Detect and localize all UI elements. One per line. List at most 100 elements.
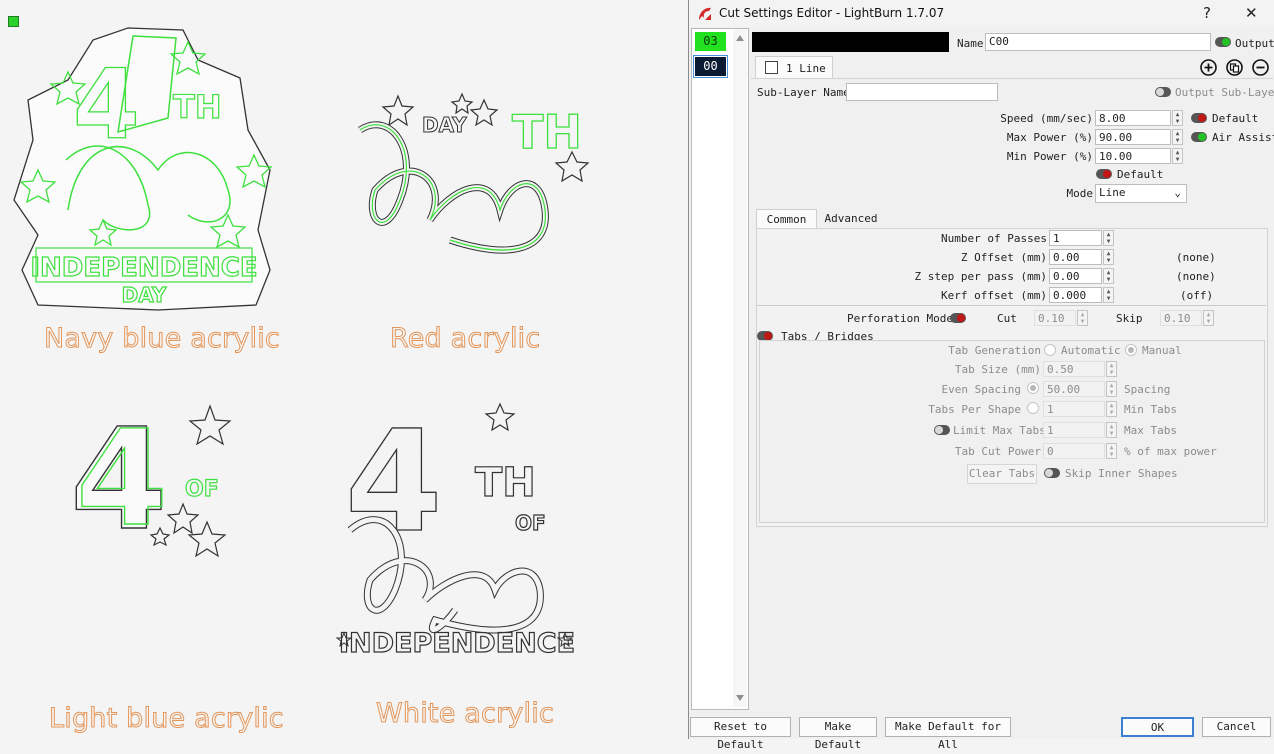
mode-select[interactable]: Line ⌄ <box>1095 184 1187 203</box>
max-power-input[interactable]: 90.00 <box>1095 129 1171 145</box>
even-spacing-label: Even Spacing <box>941 383 1021 396</box>
design-red[interactable]: DAY TH <box>350 90 590 265</box>
passes-input[interactable]: 1 <box>1049 230 1102 246</box>
even-spacing-input[interactable]: 50.00 <box>1043 381 1105 397</box>
skip-spinner[interactable]: ▲ ▼ <box>1203 310 1214 326</box>
cancel-button[interactable]: Cancel <box>1202 717 1271 737</box>
tab-cut-power-input[interactable]: 0 <box>1043 443 1105 459</box>
skip-inner-shapes-toggle[interactable] <box>1044 468 1060 478</box>
tabs-per-shape-radio[interactable] <box>1027 402 1039 414</box>
limit-max-tabs-spinner[interactable]: ▲ ▼ <box>1106 422 1117 438</box>
skip-input[interactable]: 0.10 <box>1160 310 1202 326</box>
copy-sublayer-icon[interactable] <box>1226 59 1243 76</box>
tab-common[interactable]: Common <box>756 209 817 229</box>
limit-max-tabs-toggle[interactable] <box>934 425 950 435</box>
even-spacing-radio[interactable] <box>1027 382 1039 394</box>
default-label-1: Default <box>1212 112 1259 125</box>
kerf-input[interactable]: 0.000 <box>1049 287 1102 303</box>
max-power-label: Max Power (%) <box>1006 131 1093 144</box>
skip-label: Skip <box>1116 312 1143 325</box>
sublayer-tab[interactable]: 1 Line <box>755 56 833 79</box>
limit-max-tabs-input[interactable]: 1 <box>1043 422 1105 438</box>
layer-color-swatch[interactable] <box>752 32 949 52</box>
sublayer-name-label: Sub-Layer Name <box>757 86 850 99</box>
z-step-spinner[interactable]: ▲ ▼ <box>1103 268 1114 284</box>
even-spacing-spinner[interactable]: ▲ ▼ <box>1106 381 1117 397</box>
z-offset-label: Z Offset (mm) <box>960 251 1047 264</box>
tabs-per-shape-spinner[interactable]: ▲ ▼ <box>1106 401 1117 417</box>
ok-button[interactable]: OK <box>1121 717 1194 737</box>
scroll-up-arrow-icon[interactable] <box>736 35 744 41</box>
close-button[interactable]: ✕ <box>1245 4 1258 22</box>
kerf-spinner[interactable]: ▲ ▼ <box>1103 287 1114 303</box>
passes-spinner[interactable]: ▲ ▼ <box>1103 230 1114 246</box>
design-white[interactable]: 4 TH OF INDEPENDENCE <box>335 400 580 660</box>
layer-list[interactable]: 03 00 <box>691 28 749 710</box>
make-default-for-all-button[interactable]: Make Default for All <box>885 717 1011 751</box>
min-tabs-label: Min Tabs <box>1124 403 1177 416</box>
sublayer-name-input[interactable] <box>846 83 998 101</box>
manual-radio[interactable] <box>1125 344 1137 356</box>
output-sublayer-label: Output Sub-Layer <box>1175 86 1274 99</box>
min-power-input[interactable]: 10.00 <box>1095 148 1171 164</box>
design-th: TH <box>512 105 582 159</box>
remove-sublayer-icon[interactable] <box>1252 59 1269 76</box>
mode-label: Mode <box>1066 187 1094 200</box>
default-toggle-1[interactable] <box>1191 113 1207 123</box>
mode-value: Line <box>1099 186 1126 199</box>
design-numeral: 4 <box>345 401 442 564</box>
cut-spinner[interactable]: ▲ ▼ <box>1077 310 1088 326</box>
dialog-title: Cut Settings Editor - LightBurn 1.7.07 <box>719 6 945 20</box>
clear-tabs-button[interactable]: Clear Tabs <box>967 464 1037 484</box>
design-independence: INDEPENDENCE <box>339 628 575 659</box>
add-sublayer-icon[interactable] <box>1200 59 1217 76</box>
design-light-blue[interactable]: 4 4 OF <box>65 400 245 560</box>
caption-light-blue: Light blue acrylic <box>49 703 285 735</box>
tab-strip-line <box>751 78 1273 79</box>
design-canvas[interactable]: 4 TH INDEPENDENCE DAY Navy blue acrylic … <box>0 0 688 739</box>
z-offset-input[interactable]: 0.00 <box>1049 249 1102 265</box>
tab-size-input[interactable]: 0.50 <box>1043 361 1105 377</box>
design-navy-blue[interactable]: 4 TH INDEPENDENCE DAY <box>8 20 278 315</box>
divider <box>756 305 1266 306</box>
caption-navy-blue: Navy blue acrylic <box>44 323 281 355</box>
output-toggle[interactable] <box>1215 37 1231 47</box>
tab-generation-label: Tab Generation <box>948 344 1041 357</box>
tab-advanced[interactable]: Advanced <box>817 210 885 228</box>
tabs-per-shape-label: Tabs Per Shape <box>928 403 1021 416</box>
layer-list-scrollbar[interactable] <box>733 29 747 707</box>
name-label: Name <box>957 37 984 50</box>
tabs-per-shape-input[interactable]: 1 <box>1043 401 1105 417</box>
make-default-button[interactable]: Make Default <box>799 717 877 751</box>
scroll-down-arrow-icon[interactable] <box>736 695 744 701</box>
caption-red: Red acrylic <box>389 323 541 355</box>
layer-chip-00[interactable]: 00 <box>693 55 728 78</box>
sublayer-checkbox[interactable] <box>765 61 778 74</box>
output-sublayer-toggle[interactable] <box>1155 87 1171 97</box>
min-power-spinner[interactable]: ▲ ▼ <box>1172 148 1183 164</box>
help-button[interactable]: ? <box>1203 4 1211 22</box>
z-step-note: (none) <box>1176 270 1216 283</box>
title-bar[interactable]: Cut Settings Editor - LightBurn 1.7.07 ?… <box>689 0 1274 27</box>
tab-size-spinner[interactable]: ▲ ▼ <box>1106 361 1117 377</box>
design-numeral: 4 <box>73 49 140 161</box>
max-power-spinner[interactable]: ▲ ▼ <box>1172 129 1183 145</box>
tab-cut-power-spinner[interactable]: ▲ ▼ <box>1106 443 1117 459</box>
tab-advanced-label: Advanced <box>824 212 878 225</box>
reset-to-default-button[interactable]: Reset to Default <box>690 717 791 751</box>
automatic-radio[interactable] <box>1044 344 1056 356</box>
z-step-input[interactable]: 0.00 <box>1049 268 1102 284</box>
speed-input[interactable]: 8.00 <box>1095 110 1171 126</box>
chevron-down-icon: ⌄ <box>1174 186 1181 199</box>
cut-label: Cut <box>997 312 1017 325</box>
perforation-mode-toggle[interactable] <box>950 313 966 323</box>
pct-max-power-label: % of max power <box>1124 445 1217 458</box>
layer-chip-03[interactable]: 03 <box>695 32 726 51</box>
default-toggle-2[interactable] <box>1096 169 1112 179</box>
air-assist-toggle[interactable] <box>1191 132 1207 142</box>
speed-spinner[interactable]: ▲ ▼ <box>1172 110 1183 126</box>
z-offset-spinner[interactable]: ▲ ▼ <box>1103 249 1114 265</box>
design-day: DAY <box>422 113 467 137</box>
name-input[interactable]: C00 <box>985 33 1211 51</box>
cut-input[interactable]: 0.10 <box>1034 310 1076 326</box>
